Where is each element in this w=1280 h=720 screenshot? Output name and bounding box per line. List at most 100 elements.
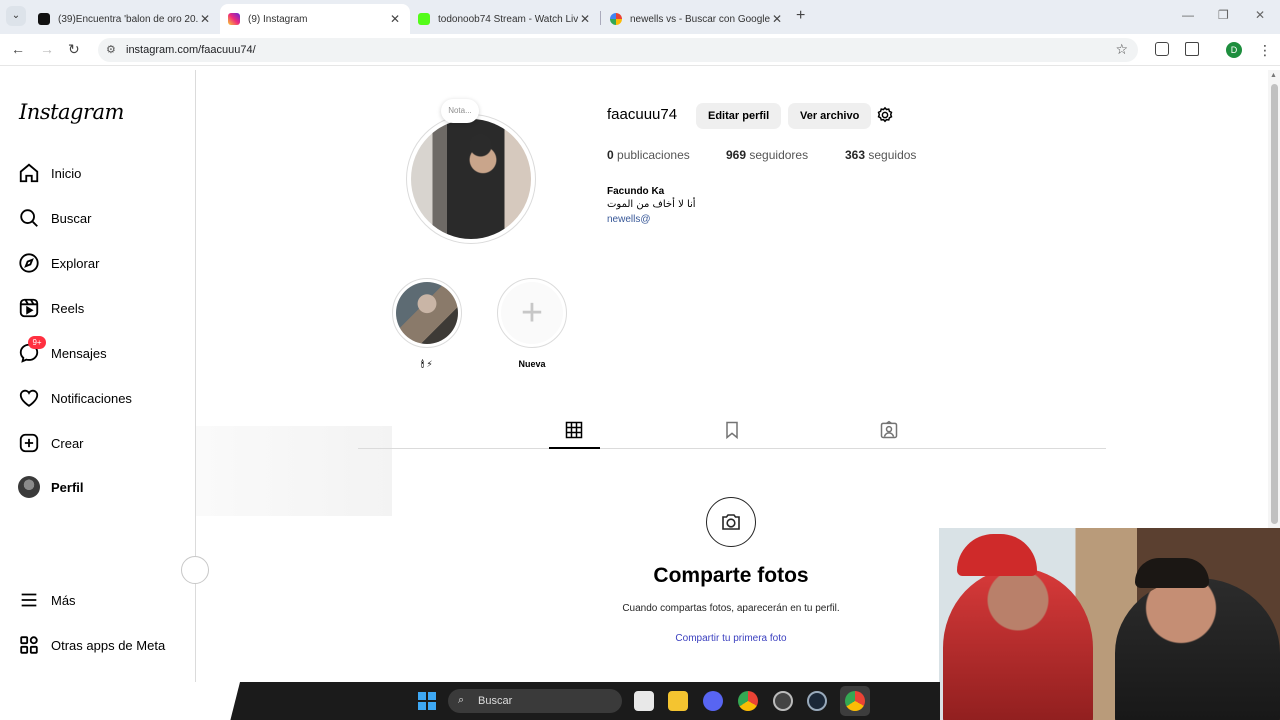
tab-posts-grid-icon[interactable] (564, 420, 584, 440)
following-label: seguidos (868, 148, 917, 162)
webcam-overlay (939, 528, 1280, 720)
address-bar[interactable]: ⚙ instagram.com/faacuuu74/ ☆ (98, 38, 1138, 62)
restore-icon[interactable]: ❐ (1218, 8, 1229, 22)
sidebar-item-notificaciones[interactable]: Notificaciones (18, 386, 188, 410)
plus-square-icon (18, 432, 40, 454)
windows-taskbar: ⌕ Buscar (0, 682, 940, 720)
sidebar-item-crear[interactable]: Crear (18, 431, 188, 455)
browser-tab-google[interactable]: newells vs - Buscar con Google ✕ (602, 4, 792, 34)
reels-icon (18, 297, 40, 319)
windows-start-icon[interactable] (418, 692, 436, 710)
sidebar-item-meta-apps[interactable]: Otras apps de Meta (18, 633, 188, 657)
tab-title: (9) Instagram (248, 13, 308, 25)
sidebar-item-label: Más (51, 592, 76, 608)
streamer-right (1115, 578, 1280, 720)
tab-separator (600, 11, 601, 25)
messenger-icon: 9+ (18, 336, 46, 364)
streamer-hair (1135, 558, 1209, 588)
menu-icon (18, 589, 40, 611)
close-icon[interactable]: ✕ (388, 12, 402, 26)
profile-username: faacuuu74 (607, 106, 678, 123)
steam-icon[interactable] (807, 691, 827, 711)
sidebar-item-inicio[interactable]: Inicio (18, 161, 188, 185)
chrome-icon[interactable] (738, 691, 758, 711)
story-highlight[interactable]: 🕯 ⚡ (392, 278, 462, 370)
tab-title: (39)Encuentra 'balon de oro 20... (58, 13, 198, 25)
stat-following[interactable]: 363 seguidos (845, 148, 916, 162)
gear-icon[interactable] (876, 106, 894, 124)
camera-icon (706, 497, 756, 547)
new-highlight[interactable]: + Nueva (497, 278, 567, 369)
extensions-puzzle-icon[interactable] (1185, 42, 1199, 56)
browser-menu-dots-icon[interactable]: ⋮ (1258, 42, 1272, 59)
close-icon[interactable]: ✕ (578, 12, 592, 26)
tab-saved-bookmark-icon[interactable] (722, 420, 742, 440)
task-view-icon[interactable] (634, 691, 654, 711)
profile-bio: أنا لا أخاف من الموت (607, 199, 696, 210)
close-icon[interactable]: ✕ (198, 12, 212, 26)
browser-tab-instagram[interactable]: (9) Instagram ✕ (220, 4, 410, 34)
sidebar-item-reels[interactable]: Reels (18, 296, 188, 320)
edit-profile-button[interactable]: Editar perfil (696, 103, 782, 129)
stat-posts: 0 publicaciones (607, 148, 690, 162)
discord-icon[interactable] (703, 691, 723, 711)
stat-followers[interactable]: 969 seguidores (726, 148, 808, 162)
chrome-profile-icon[interactable] (845, 691, 865, 711)
tab-search-chevron-icon[interactable]: ⌄ (6, 6, 26, 26)
forward-arrow-icon[interactable]: → (40, 41, 54, 57)
highlight-ring: + (497, 278, 567, 348)
minimize-icon[interactable]: — (1182, 8, 1194, 22)
scrollbar-thumb[interactable] (1271, 84, 1278, 524)
browser-toolbar: ← → ↻ ⚙ instagram.com/faacuuu74/ ☆ (0, 34, 1280, 66)
file-explorer-icon[interactable] (668, 691, 688, 711)
site-settings-icon[interactable]: ⚙ (106, 43, 116, 56)
tab-tagged-icon[interactable] (879, 420, 899, 440)
browser-profile-avatar[interactable]: D (1226, 42, 1242, 58)
scroll-up-arrow-icon[interactable]: ▲ (1270, 72, 1277, 79)
posts-label: publicaciones (617, 148, 690, 162)
search-icon (18, 207, 40, 229)
sidebar-item-mas[interactable]: Más (18, 588, 188, 612)
close-icon[interactable]: ✕ (770, 12, 784, 26)
taskbar-search-box[interactable]: ⌕ Buscar (448, 689, 622, 713)
sidebar-item-explorar[interactable]: Explorar (18, 251, 188, 275)
new-tab-plus-icon[interactable]: + (796, 7, 805, 25)
browser-tab-tiktok[interactable]: (39)Encuentra 'balon de oro 20... ✕ (30, 4, 220, 34)
kick-icon (418, 13, 430, 25)
sidebar-item-perfil[interactable]: Perfil (18, 475, 188, 499)
screenshot-icon[interactable] (1155, 42, 1169, 56)
profile-avatar[interactable] (406, 114, 536, 244)
back-arrow-icon[interactable]: ← (11, 41, 25, 57)
active-tab-indicator (549, 447, 600, 449)
sidebar-item-label: Reels (51, 300, 85, 316)
instagram-logo[interactable]: Instagram (19, 100, 124, 124)
tabs-divider (358, 448, 1106, 449)
url-text[interactable]: instagram.com/faacuuu74/ (126, 44, 256, 56)
sidebar-item-label: Mensajes (51, 345, 107, 361)
profile-photo (411, 119, 531, 239)
sidebar-item-buscar[interactable]: Buscar (18, 206, 188, 230)
google-icon (610, 13, 622, 25)
sidebar-item-label: Notificaciones (51, 390, 132, 406)
avatar (18, 476, 40, 498)
view-archive-button[interactable]: Ver archivo (788, 103, 872, 129)
posts-count: 0 (607, 148, 614, 162)
obs-icon[interactable] (773, 691, 793, 711)
instagram-icon (228, 13, 240, 25)
share-first-photo-link[interactable]: Compartir tu primera foto (560, 633, 902, 644)
tab-title: todonoob74 Stream - Watch Live (438, 13, 578, 25)
profile-bio-link[interactable]: newells@ (607, 214, 651, 225)
reload-icon[interactable]: ↻ (68, 41, 80, 58)
sidebar-item-mensajes[interactable]: 9+ Mensajes (18, 336, 188, 365)
profile-full-name: Facundo Ka (607, 186, 665, 197)
bookmark-star-icon[interactable]: ☆ (1115, 41, 1128, 58)
empty-state-subtitle: Cuando compartas fotos, aparecerán en tu… (622, 603, 840, 614)
note-bubble[interactable]: Nota... (441, 99, 479, 123)
followers-label: seguidores (749, 148, 809, 162)
window-close-icon[interactable]: ✕ (1255, 8, 1265, 22)
empty-state-title: Comparte fotos (653, 564, 809, 587)
page-scrollbar[interactable]: ▲ (1268, 70, 1280, 530)
browser-tab-kick[interactable]: todonoob74 Stream - Watch Live ✕ (410, 4, 600, 34)
taskbar-light-area (0, 682, 240, 720)
sidebar-item-label: Otras apps de Meta (51, 637, 166, 653)
